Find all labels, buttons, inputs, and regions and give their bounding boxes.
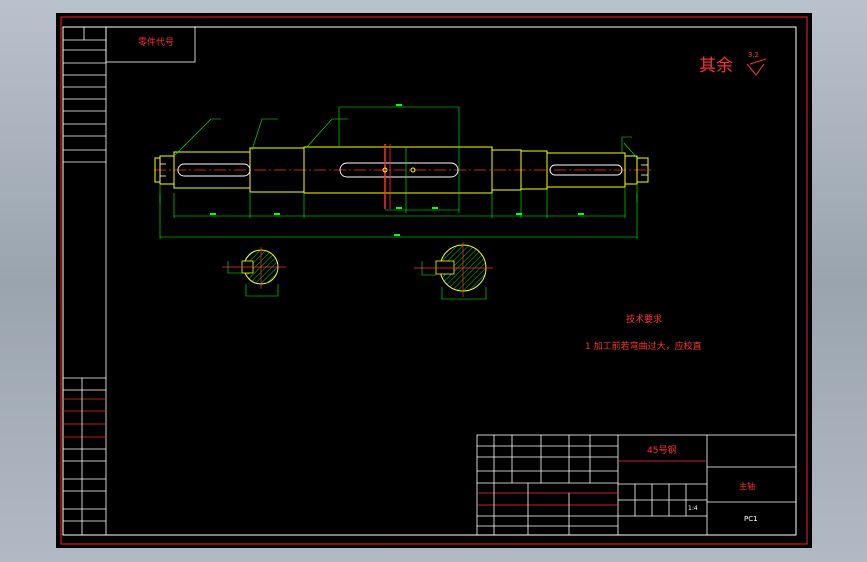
roughness-triangle-icon xyxy=(746,58,767,76)
inner-frame xyxy=(62,26,797,536)
title-block-text: 45号钢 主轴 1:4 PC1 xyxy=(647,444,758,523)
cad-drawing: 零件代号 其余 3.2 技术要求 1 加工前若弯曲过大，应校直 45号钢 主轴 … xyxy=(60,16,808,545)
scale-label: 1:4 xyxy=(688,505,698,512)
tech-req-heading: 技术要求 xyxy=(626,313,662,325)
roughness-value: 3.2 xyxy=(748,51,759,59)
outer-frame xyxy=(60,16,808,545)
material-label: 45号钢 xyxy=(647,444,676,456)
technical-requirements: 技术要求 1 加工前若弯曲过大，应校直 xyxy=(585,313,702,352)
part-name-label: 主轴 xyxy=(739,481,755,491)
shaft-main-view xyxy=(154,144,654,209)
section-view-large xyxy=(414,242,493,300)
tech-req-item-1: 1 加工前若弯曲过大，应校直 xyxy=(585,340,702,352)
drawing-no-label: PC1 xyxy=(744,515,758,523)
roughness-label: 其余 xyxy=(699,56,733,76)
part-code-box: 零件代号 xyxy=(105,26,196,63)
section-view-small xyxy=(222,247,286,297)
dimension-lines xyxy=(159,106,639,239)
roughness-note: 其余 3.2 xyxy=(699,51,767,76)
left-binding-strip xyxy=(63,27,107,535)
drawing-sheet: 零件代号 其余 3.2 技术要求 1 加工前若弯曲过大，应校直 45号钢 主轴 … xyxy=(56,13,812,548)
part-code-label: 零件代号 xyxy=(138,36,174,48)
